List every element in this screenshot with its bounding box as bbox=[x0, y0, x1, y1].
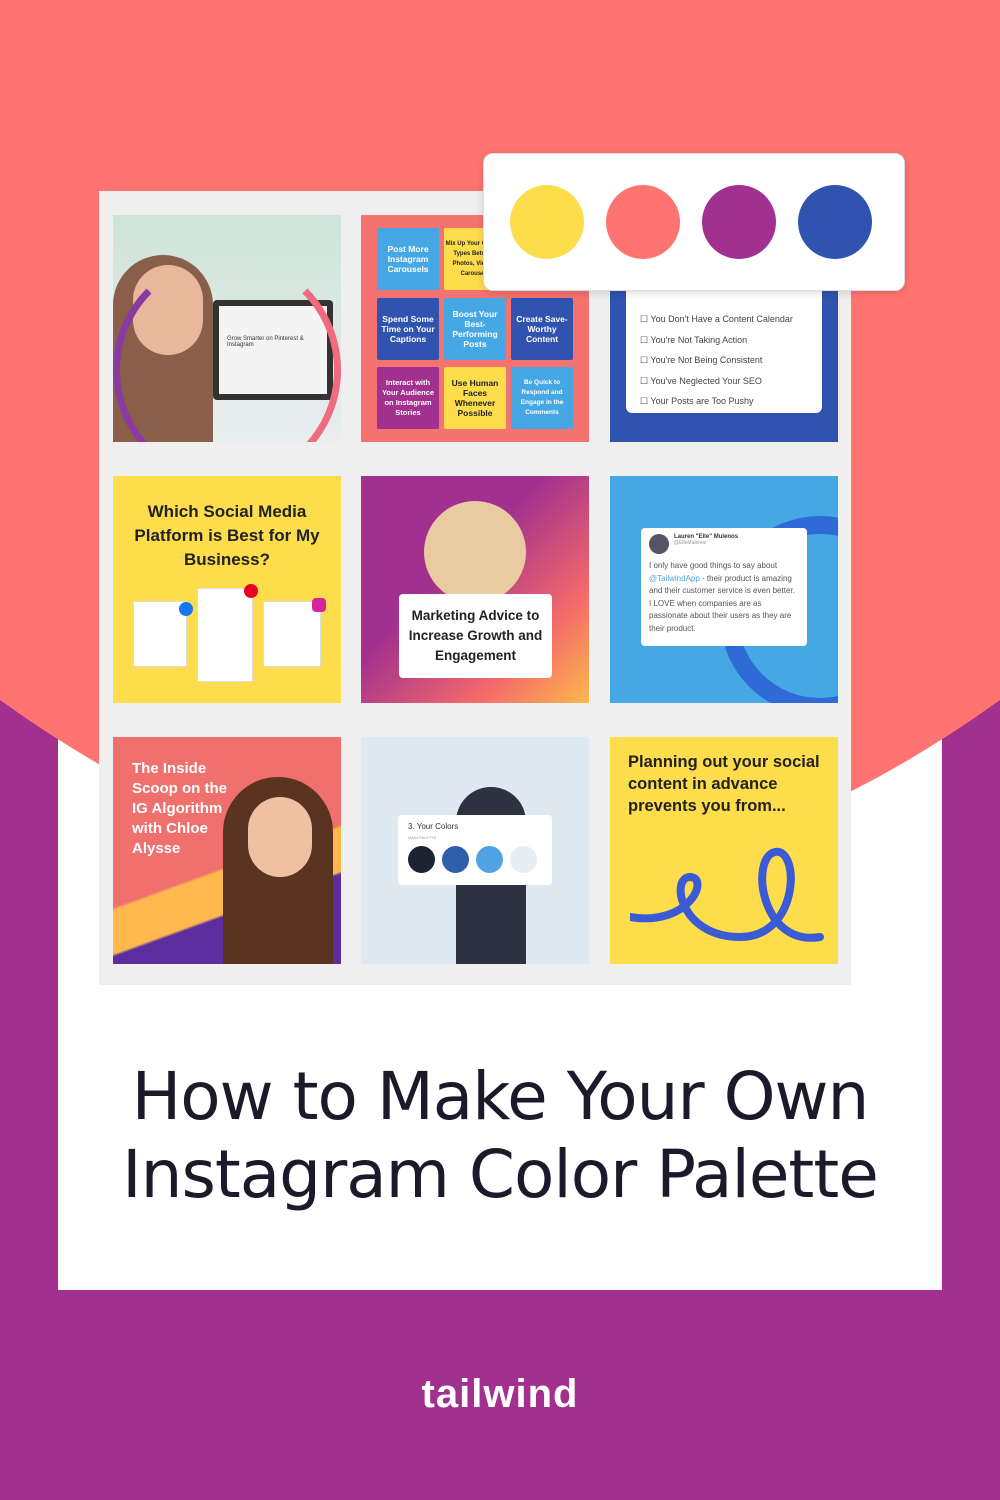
checklist-item: ☐ You're Not Being Consistent bbox=[640, 355, 763, 365]
tile-planning: Planning out your social content in adva… bbox=[610, 737, 838, 964]
swatch bbox=[510, 846, 537, 873]
tweet-handle: @ElleMulenos bbox=[674, 540, 707, 546]
tile-caption: Marketing Advice to Increase Growth and … bbox=[399, 594, 552, 678]
tweet-card: Lauren "Elle" Mulenos @ElleMulenos I only… bbox=[641, 528, 807, 646]
tailwind-logo: tailwind bbox=[421, 1372, 579, 1416]
color-palette-card bbox=[483, 153, 905, 291]
tweet-text: I only have good things to say about @Ta… bbox=[649, 561, 795, 633]
tile-text: Planning out your social content in adva… bbox=[628, 753, 820, 815]
pinterest-icon bbox=[244, 584, 258, 598]
note: Use Human Faces Whenever Possible bbox=[444, 367, 506, 429]
swatch bbox=[442, 846, 469, 873]
note: Create Save-Worthy Content bbox=[511, 298, 573, 360]
tile-text: The Inside Scoop on the IG Algorithm wit… bbox=[132, 760, 227, 857]
note: Post More Instagram Carousels bbox=[377, 228, 439, 290]
checklist: ☐ You Don't Have a Content Calendar ☐ Yo… bbox=[640, 309, 793, 412]
swirl-decoration bbox=[630, 847, 824, 942]
checklist-item: ☐ You're Not Taking Action bbox=[640, 334, 748, 345]
checklist-item: ☐ You Don't Have a Content Calendar bbox=[640, 314, 793, 324]
page-title: How to Make Your Own Instagram Color Pal… bbox=[122, 1058, 879, 1213]
palette-swatch-purple bbox=[702, 185, 776, 259]
palette-swatch-yellow bbox=[510, 185, 584, 259]
tile-social-media-platform: Which Social Media Platform is Best for … bbox=[113, 476, 341, 703]
note: Interact with Your Audience on Instagram… bbox=[377, 367, 439, 429]
checklist-item: ☐ You've Neglected Your SEO bbox=[640, 375, 762, 386]
tile-your-colors: 3. Your Colors MAIN PALETTE bbox=[361, 737, 589, 964]
swatch bbox=[476, 846, 503, 873]
tile-heading: Which Social Media Platform is Best for … bbox=[134, 502, 320, 569]
note: Boost Your Best-Performing Posts bbox=[444, 298, 506, 360]
swatch bbox=[408, 846, 435, 873]
palette-swatch-coral bbox=[606, 185, 680, 259]
avatar bbox=[649, 534, 669, 554]
tile-marketing-advice: Marketing Advice to Increase Growth and … bbox=[361, 476, 589, 703]
tile-woman-laptop: Grow Smarter on Pinterest & Instagram bbox=[113, 215, 341, 442]
instagram-icon bbox=[312, 598, 326, 612]
checklist-item: ☐ Your Posts are Too Pushy bbox=[640, 396, 754, 406]
panel-heading: 3. Your Colors bbox=[408, 822, 459, 831]
tile-ig-algorithm: The Inside Scoop on the IG Algorithm wit… bbox=[113, 737, 341, 964]
panel-subheading: MAIN PALETTE bbox=[408, 835, 437, 840]
note: Be Quick to Respond and Engage in the Co… bbox=[511, 367, 573, 429]
note: Spend Some Time on Your Captions bbox=[377, 298, 439, 360]
facebook-icon bbox=[179, 602, 193, 616]
tile-testimonial: Lauren "Elle" Mulenos @ElleMulenos I only… bbox=[610, 476, 838, 703]
palette-swatch-blue bbox=[798, 185, 872, 259]
